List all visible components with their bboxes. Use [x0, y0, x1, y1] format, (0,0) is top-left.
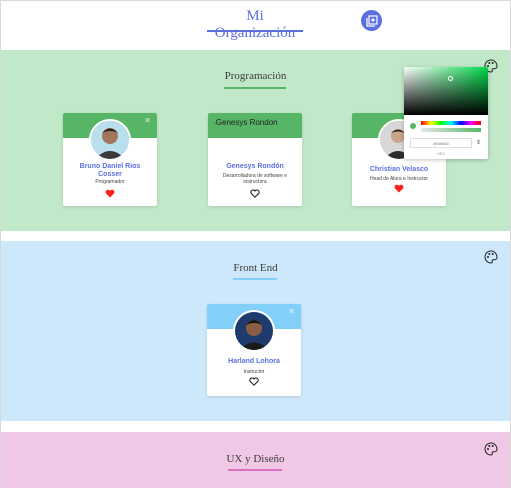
section-underline: [233, 278, 277, 280]
saturation-area[interactable]: [404, 67, 488, 115]
heart-outline-icon[interactable]: [249, 377, 259, 386]
broken-image-alt: Genesys Rondon: [215, 118, 278, 127]
member-card: ✕ Bruno Daniel Rios Cosser Programador: [63, 113, 157, 206]
page-title: Mi Organización: [214, 8, 296, 41]
section-underline: [224, 87, 286, 89]
person-photo-icon: [235, 312, 273, 350]
member-name: Christian Velasco: [369, 166, 429, 173]
close-icon[interactable]: ✕: [144, 116, 151, 125]
alpha-slider[interactable]: [421, 128, 481, 132]
heart-outline-icon[interactable]: [250, 189, 260, 198]
palette-icon[interactable]: [484, 442, 498, 456]
person-photo-icon: [91, 121, 129, 159]
member-role: Instructor: [243, 369, 265, 375]
color-picker[interactable]: #56b665 ⇕ HEX: [404, 67, 488, 159]
hue-slider[interactable]: [421, 121, 481, 125]
member-role: Head de Alura e Instructor: [369, 176, 429, 182]
member-name: Harland Lohora: [228, 358, 280, 365]
title-underline: [207, 30, 303, 32]
hex-mode-label: HEX: [436, 151, 446, 156]
heart-filled-icon[interactable]: [394, 184, 404, 193]
add-square-icon: [365, 14, 378, 27]
member-name: Genesys Rondón: [226, 163, 284, 170]
member-card: ▫Genesys Rondon Genesys Rondón Desarroll…: [208, 113, 302, 206]
palette-icon[interactable]: [484, 250, 498, 264]
picker-handle[interactable]: [448, 76, 453, 81]
member-name: Bruno Daniel Rios Cosser: [79, 163, 141, 178]
avatar: [233, 310, 275, 352]
header: Mi Organización: [0, 0, 511, 50]
section-ux-diseno: UX y Diseño: [1, 432, 510, 488]
member-role: Desarrolladora de software e instructora: [222, 173, 288, 185]
chevron-updown-icon[interactable]: ⇕: [476, 139, 481, 146]
broken-image: ▫Genesys Rondon: [214, 118, 278, 127]
hex-input[interactable]: #56b665: [410, 138, 472, 148]
color-swatch: [410, 123, 416, 129]
avatar: [89, 119, 131, 161]
add-member-button[interactable]: [361, 10, 382, 31]
heart-filled-icon[interactable]: [105, 189, 115, 198]
section-underline: [228, 469, 282, 471]
member-card: ✕ Harland Lohora Instructor: [207, 304, 301, 396]
close-icon[interactable]: ✕: [288, 307, 295, 316]
section-front-end: Front End ✕ Harland Lohora Instructor: [1, 241, 510, 421]
section-title: UX y Diseño: [226, 453, 285, 465]
section-title: Front End: [233, 262, 278, 274]
member-role: Programador: [95, 179, 125, 185]
